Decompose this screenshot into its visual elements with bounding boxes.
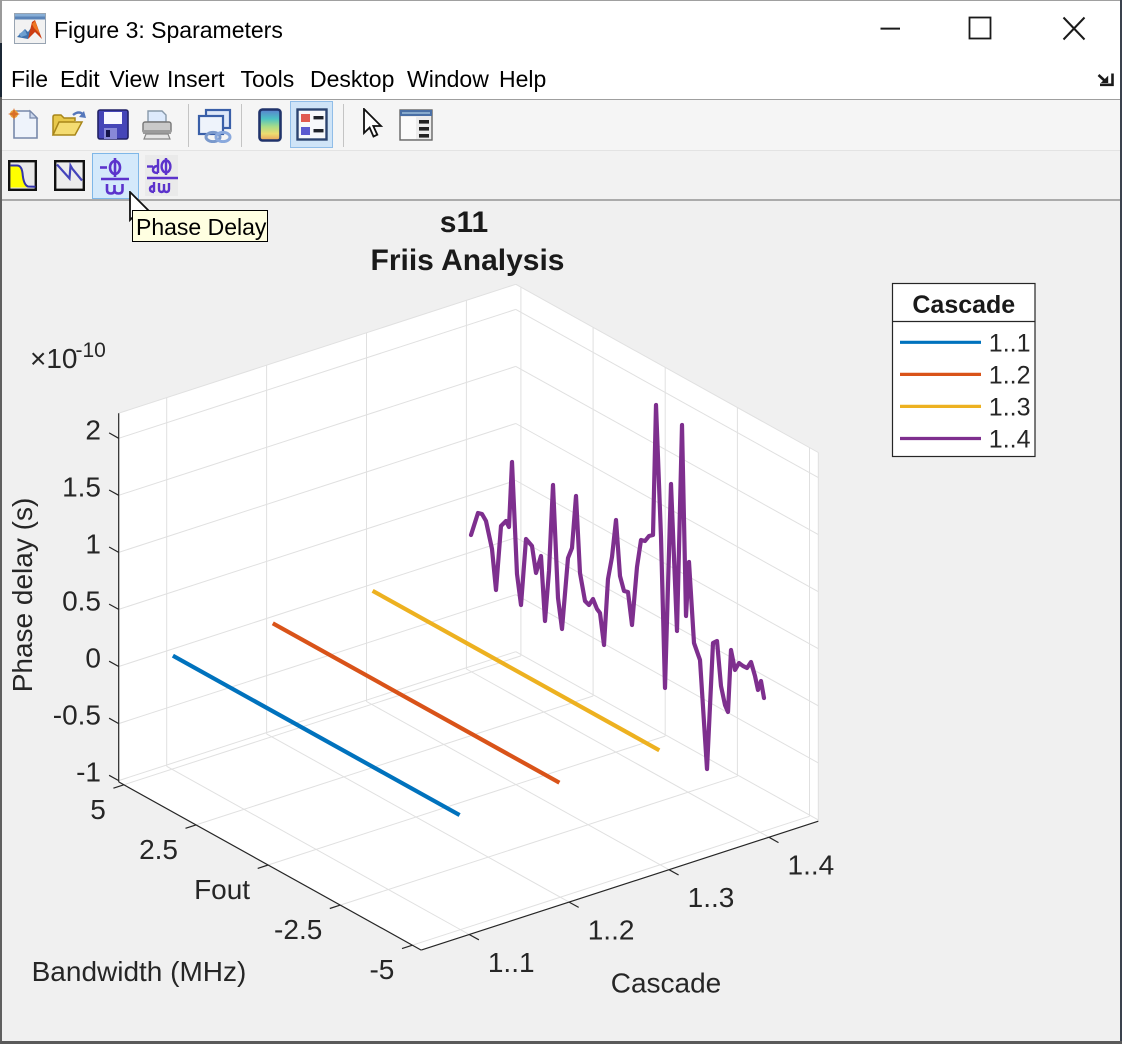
svg-text:-10: -10 [76,339,106,362]
svg-text:1..4: 1..4 [788,850,835,881]
svg-text:s11: s11 [440,206,488,239]
svg-text:0: 0 [85,643,101,674]
svg-text:5: 5 [90,794,106,825]
svg-text:Fout: Fout [194,874,250,905]
svg-text:1.5: 1.5 [62,471,101,502]
svg-text:0.5: 0.5 [62,585,101,616]
svg-text:1..3: 1..3 [989,393,1031,421]
svg-text:1..2: 1..2 [989,361,1031,389]
svg-text:1..3: 1..3 [688,882,735,913]
svg-text:1..2: 1..2 [588,915,635,946]
svg-text:×10: ×10 [30,343,78,374]
svg-text:-2.5: -2.5 [274,914,322,945]
svg-text:Cascade: Cascade [611,968,722,999]
svg-text:-0.5: -0.5 [53,700,101,731]
svg-text:1..1: 1..1 [488,947,535,978]
svg-text:Bandwidth (MHz): Bandwidth (MHz) [32,956,247,987]
svg-text:Friis Analysis: Friis Analysis [371,244,565,277]
svg-text:Cascade: Cascade [912,291,1015,319]
svg-text:1..4: 1..4 [989,426,1031,454]
svg-text:2: 2 [85,414,101,445]
svg-text:1: 1 [85,528,101,559]
svg-text:1..1: 1..1 [989,329,1031,357]
svg-text:-5: -5 [369,954,394,985]
svg-text:-1: -1 [76,757,101,788]
svg-text:2.5: 2.5 [139,834,178,865]
svg-text:Phase delay (s): Phase delay (s) [7,498,38,693]
